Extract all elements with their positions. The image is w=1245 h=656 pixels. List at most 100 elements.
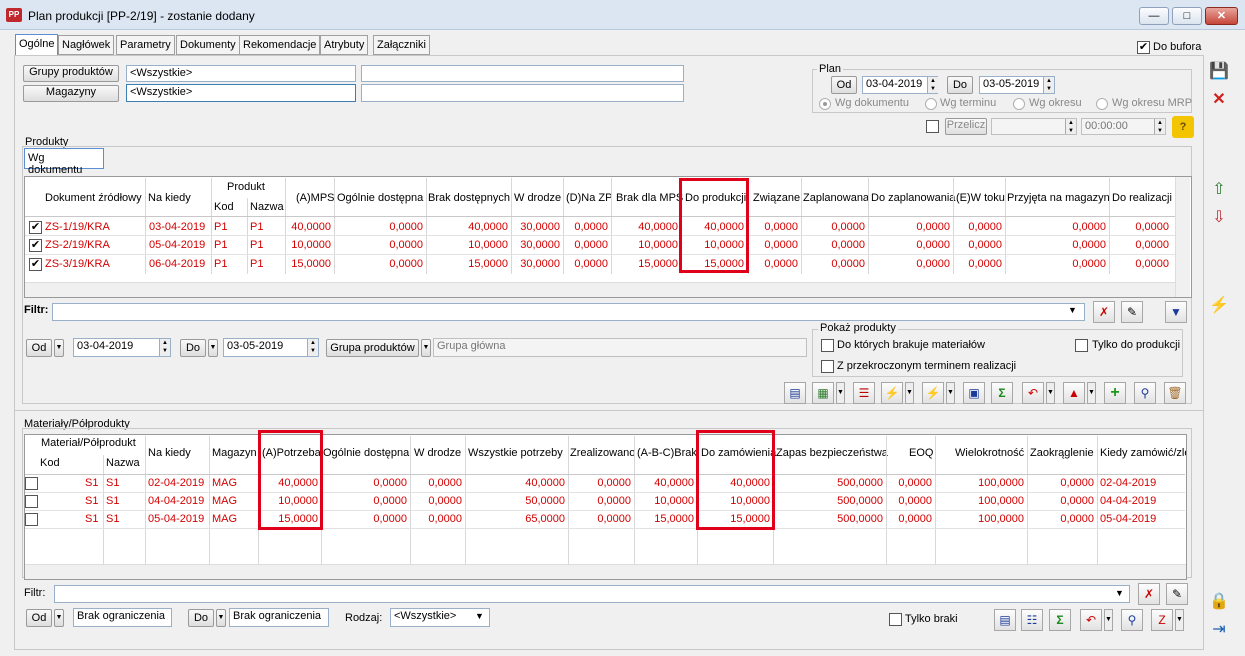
col-w-toku[interactable]: (E)W toku: [956, 192, 1005, 204]
produkty-hscroll[interactable]: [25, 282, 1175, 297]
produkty-do-button[interactable]: Do: [180, 339, 206, 357]
col-kiedy-zamowic[interactable]: Kiedy zamówić/zle: [1100, 447, 1186, 459]
row-checkbox[interactable]: ✔: [29, 258, 42, 271]
lightning-orange-icon[interactable]: ⚡: [881, 382, 903, 404]
sum-icon[interactable]: Σ: [991, 382, 1013, 404]
przelicz-checkbox[interactable]: [926, 120, 939, 133]
grupa-produktow-input[interactable]: Grupa główna: [433, 338, 807, 357]
plan-do-spinner[interactable]: ▲ ▼: [1043, 77, 1054, 93]
produkty-od-spinner[interactable]: ▲ ▼: [159, 339, 170, 356]
col-abc-brak[interactable]: (A-B-C)Brak: [637, 447, 697, 459]
grupy-produktow-button[interactable]: Grupy produktów: [23, 65, 119, 82]
rodzaj-dropdown-icon[interactable]: ▼: [475, 611, 484, 621]
col-na-kiedy[interactable]: Na kiedy: [148, 192, 191, 204]
filter-wizard-icon[interactable]: ✎: [1121, 301, 1143, 323]
materialy-hscroll[interactable]: [25, 564, 1186, 579]
col-eoq[interactable]: EOQ: [909, 447, 933, 459]
cell-doc[interactable]: ZS-2/19/KRA: [45, 239, 110, 251]
lightning-green-menu[interactable]: ▼: [946, 382, 955, 404]
clear-filter-icon[interactable]: ✗: [1138, 583, 1160, 605]
plan-od-button[interactable]: Od: [831, 76, 857, 94]
produkty-filtr-dropdown-icon[interactable]: ▼: [1068, 305, 1077, 315]
export-icon[interactable]: ▲: [1063, 382, 1085, 404]
przekroczony-termin-checkbox[interactable]: [821, 360, 834, 373]
undo-icon[interactable]: ↶: [1080, 609, 1102, 631]
materialy-filtr-dropdown-icon[interactable]: ▼: [1115, 588, 1124, 598]
export-icon[interactable]: ⇩: [1207, 206, 1231, 230]
structure-icon[interactable]: ☷: [1021, 609, 1043, 631]
do-bufora-checkbox[interactable]: ✔: [1137, 41, 1150, 54]
radio-wg-dokumentu[interactable]: [819, 98, 831, 110]
przelicz-button[interactable]: Przelicz: [945, 118, 987, 135]
col-w-drodze[interactable]: W drodze: [514, 192, 561, 204]
filter-wizard-icon[interactable]: ✎: [1166, 583, 1188, 605]
filter-apply-icon[interactable]: ▼: [1165, 301, 1187, 323]
produkty-do-date[interactable]: 03-05-2019: [223, 338, 319, 357]
tab-zalaczniki[interactable]: Załączniki: [373, 35, 430, 55]
produkty-od-menu[interactable]: ▼: [54, 339, 64, 357]
produkty-od-date[interactable]: 03-04-2019: [73, 338, 171, 357]
generate-menu[interactable]: ▼: [836, 382, 845, 404]
tab-parametry[interactable]: Parametry: [116, 35, 175, 55]
materialy-od-value[interactable]: Brak ograniczenia: [73, 608, 172, 627]
maximize-button[interactable]: □: [1172, 7, 1202, 25]
chart-icon[interactable]: ▤: [784, 382, 806, 404]
undo-icon[interactable]: ↶: [1022, 382, 1044, 404]
grupa-produktow-menu[interactable]: ▼: [421, 339, 431, 357]
tab-naglowek[interactable]: Nagłówek: [58, 35, 115, 55]
lightning-icon[interactable]: ⚡: [1207, 294, 1231, 318]
undo-menu[interactable]: ▼: [1104, 609, 1113, 631]
plan-do-button[interactable]: Do: [947, 76, 973, 94]
generate-icon[interactable]: ▦: [812, 382, 834, 404]
magazyny-input[interactable]: <Wszystkie>: [126, 84, 356, 102]
tab-atrybuty[interactable]: Atrybuty: [320, 35, 369, 55]
sum-icon[interactable]: Σ: [1049, 609, 1071, 631]
produkty-filtr-input[interactable]: [52, 303, 1085, 321]
sort-icon[interactable]: Z: [1151, 609, 1173, 631]
col-zaokraglenie[interactable]: Zaokrąglenie: [1030, 447, 1094, 459]
import-icon[interactable]: ⇧: [1207, 178, 1231, 202]
produkty-od-button[interactable]: Od: [26, 339, 52, 357]
lightning-orange-menu[interactable]: ▼: [905, 382, 914, 404]
list-icon[interactable]: ☰: [853, 382, 875, 404]
materialy-od-button[interactable]: Od: [26, 609, 52, 627]
col-przyjeta-na-magazyn[interactable]: Przyjęta na magazyn: [1007, 192, 1110, 204]
materialy-do-button[interactable]: Do: [188, 609, 214, 627]
tab-dokumenty[interactable]: Dokumenty: [176, 35, 240, 55]
radio-wg-okresu[interactable]: [1013, 98, 1025, 110]
produkty-vscroll[interactable]: [1175, 177, 1190, 297]
col-mps[interactable]: (A)MPS: [296, 192, 335, 204]
grupy-produktow-input[interactable]: <Wszystkie>: [126, 65, 356, 82]
produkty-do-menu[interactable]: ▼: [208, 339, 218, 357]
produkty-do-spinner[interactable]: ▲ ▼: [307, 339, 318, 356]
chart-icon[interactable]: ▤: [994, 609, 1016, 631]
clear-filter-icon[interactable]: ✗: [1093, 301, 1115, 323]
col-brak-dostepnych[interactable]: Brak dostępnych: [428, 192, 510, 204]
col-zaplanowana[interactable]: Zaplanowana: [803, 192, 869, 204]
pin-icon[interactable]: ⇥: [1207, 618, 1231, 642]
cell-doc[interactable]: ZS-1/19/KRA: [45, 221, 110, 233]
radio-wg-okresu-mrp[interactable]: [1096, 98, 1108, 110]
col-wielokrotnosc[interactable]: Wielokrotność: [955, 447, 1024, 459]
col-dokument-zrodlowy[interactable]: Dokument źródłowy: [45, 192, 142, 204]
materialy-do-menu[interactable]: ▼: [216, 609, 226, 627]
minimize-button[interactable]: —: [1139, 7, 1169, 25]
delete-icon[interactable]: 🗑: [1164, 382, 1186, 404]
search-icon[interactable]: ⚲: [1121, 609, 1143, 631]
col-na-zp[interactable]: (D)Na ZP: [566, 192, 612, 204]
tylko-braki-checkbox[interactable]: [889, 613, 902, 626]
search-icon[interactable]: ⚲: [1134, 382, 1156, 404]
cell-doc[interactable]: ZS-3/19/KRA: [45, 258, 110, 270]
magazyny-button[interactable]: Magazyny: [23, 85, 119, 102]
magazyny-desc[interactable]: [361, 84, 684, 102]
col-nazwa[interactable]: Nazwa: [250, 201, 284, 213]
col-ogolnie-dostepna[interactable]: Ogólnie dostępna: [323, 447, 409, 459]
brak-materialow-checkbox[interactable]: [821, 339, 834, 352]
sort-menu[interactable]: ▼: [1175, 609, 1184, 631]
col-zapas-bezpieczenstwa[interactable]: Zapas bezpieczeństwa: [776, 447, 888, 459]
col-na-kiedy[interactable]: Na kiedy: [148, 447, 191, 459]
export-menu[interactable]: ▼: [1087, 382, 1096, 404]
col-ogolnie-dostepna[interactable]: Ogólnie dostępna: [337, 192, 423, 204]
row-checkbox[interactable]: [25, 495, 38, 508]
col-brak-dla-mps[interactable]: Brak dla MPS: [616, 192, 683, 204]
